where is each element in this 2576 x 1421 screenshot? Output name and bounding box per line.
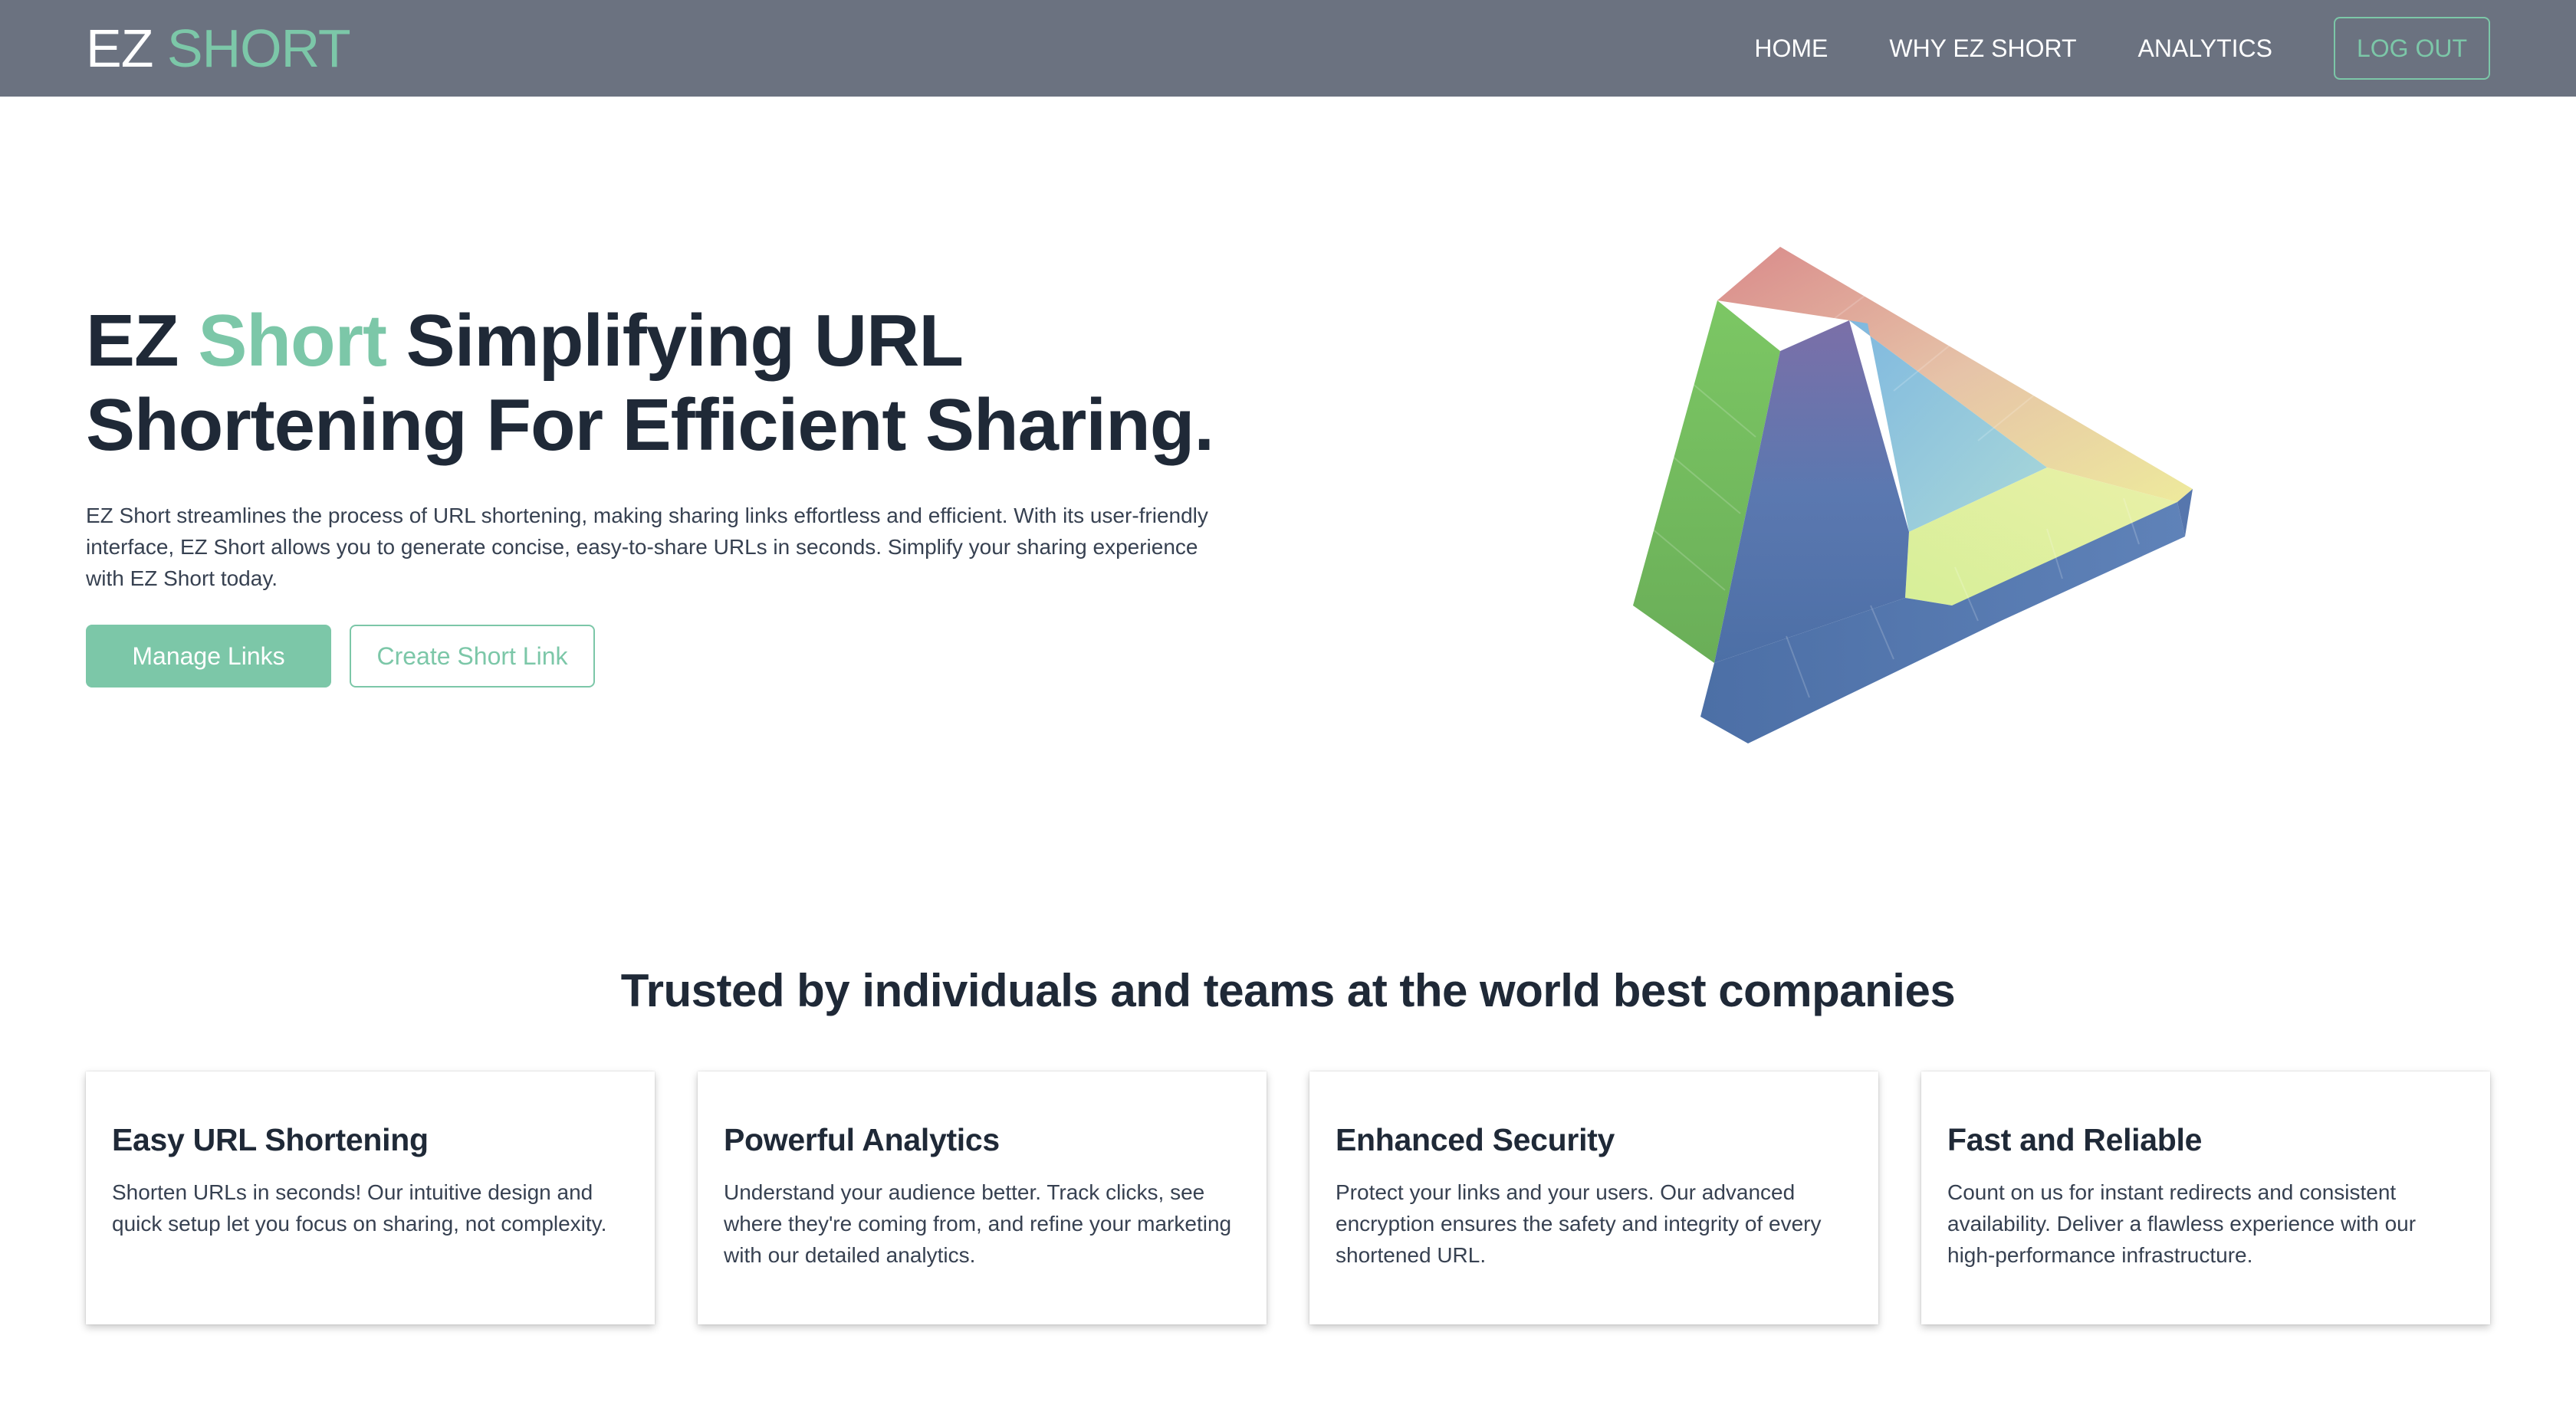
manage-links-button[interactable]: Manage Links [86,625,331,688]
hero-title-accent: Short [198,300,387,382]
feature-card-title: Easy URL Shortening [112,1122,429,1157]
nav-home-link[interactable]: HOME [1754,34,1828,63]
feature-card-title: Powerful Analytics [724,1122,1000,1157]
nav-why-link[interactable]: WHY EZ SHORT [1889,34,2076,63]
logout-button[interactable]: LOG OUT [2333,17,2490,80]
feature-card-text: Count on us for instant redirects and co… [1947,1180,2417,1267]
hero-title: EZ Short Simplifying URL Shortening For … [86,299,1313,468]
feature-cards: Easy URL Shortening Shorten URLs in seco… [86,1071,2490,1324]
hero-description: EZ Short streamlines the process of URL … [86,504,1208,590]
brand-prefix: EZ [86,18,153,78]
feature-card-title: Enhanced Security [1336,1122,1615,1157]
feature-card-title: Fast and Reliable [1947,1122,2203,1157]
brand-logo[interactable]: EZ SHORT [86,18,351,79]
navbar: EZ SHORT HOME WHY EZ SHORT ANALYTICS LOG… [0,0,2576,97]
feature-card: Fast and Reliable Count on us for instan… [1921,1071,2490,1324]
trusted-title: Trusted by individuals and teams at the … [620,965,1956,1016]
hero-title-prefix: EZ [86,300,179,382]
feature-card-text: Shorten URLs in seconds! Our intuitive d… [112,1180,607,1236]
hero-actions: Manage Links Create Short Link [86,625,595,688]
create-short-link-button[interactable]: Create Short Link [350,625,595,688]
feature-card-text: Protect your links and your users. Our a… [1336,1180,1822,1267]
nav-analytics-link[interactable]: ANALYTICS [2138,34,2272,63]
nav-links: HOME WHY EZ SHORT ANALYTICS LOG OUT [1693,17,2490,80]
impossible-triangle-icon [1633,247,2193,743]
feature-card: Enhanced Security Protect your links and… [1309,1071,1878,1324]
brand-accent: SHORT [166,18,351,78]
feature-card: Easy URL Shortening Shorten URLs in seco… [86,1071,655,1324]
feature-card-text: Understand your audience better. Track c… [724,1180,1232,1267]
feature-card: Powerful Analytics Understand your audie… [698,1071,1267,1324]
